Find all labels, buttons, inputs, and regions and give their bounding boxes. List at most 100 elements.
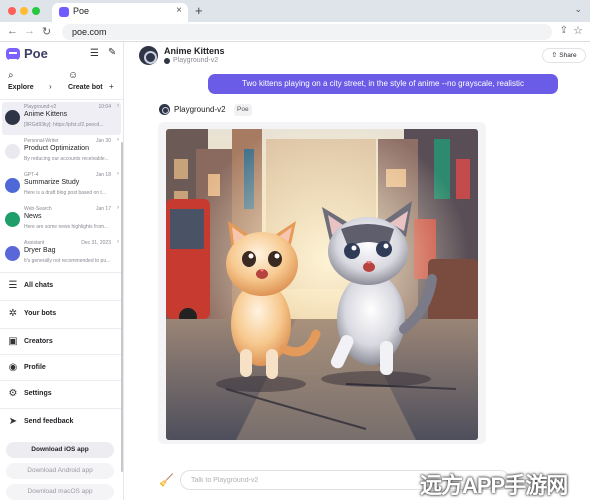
tab-list-chevron-icon[interactable]: ⌄ [574,4,582,15]
conversation-bot-name: Web-Search [24,206,52,212]
conversation-title: News [24,213,42,220]
logo-text: Poe [24,46,48,61]
nav-label: Send feedback [24,418,74,425]
poe-logo-icon [6,47,20,61]
generated-kittens-image[interactable] [166,129,478,440]
sidebar-nav-creators[interactable]: ▣ Creators [0,328,123,354]
share-button[interactable]: ⇧ Share [542,48,586,63]
chat-header: Anime Kittens Playground-v2 ⇧ Share [124,42,590,70]
chevron-right-icon: › [117,103,119,109]
create-bot-label: Create bot [68,84,103,91]
forward-arrow-icon[interactable]: → [24,25,35,37]
conversation-title: Anime Kittens [24,111,68,118]
conversation-bot-name: Assistant [24,240,45,246]
clear-context-broom-icon[interactable]: 🧹 [159,473,174,487]
profile-icon: ◉ [8,362,18,373]
send-feedback-icon: ➤ [8,416,18,427]
settings-icon: ⚙ [8,388,18,399]
reload-icon[interactable]: ↻ [42,25,51,38]
sidebar-nav-settings[interactable]: ⚙ Settings [0,380,123,406]
chat-main: Anime Kittens Playground-v2 ⇧ Share Two k… [124,42,590,500]
bot-plus-icon: ☺ [68,70,79,81]
conversation-date: 10:04 [98,104,111,110]
chat-title[interactable]: Anime Kittens [164,46,225,56]
conversation-bot-avatar [5,144,20,159]
conversation-bot-name: Personal-Writer [24,138,59,144]
conversation-bot-avatar [5,212,20,227]
poe-favicon-icon [59,7,69,17]
conversation-title: Summarize Study [24,179,80,186]
playground-icon [164,58,170,64]
window-minimize-button[interactable] [20,7,28,15]
create-bot-button[interactable]: ☺ Create bot + [64,68,116,96]
sidebar-nav-send-feedback[interactable]: ➤ Send feedback [0,408,123,434]
conversation-item[interactable]: Personal-Writer Jan 30 › Product Optimizati… [2,136,121,169]
your-bots-icon: ✲ [8,308,18,319]
bookmark-star-icon[interactable]: ☆ [573,24,583,37]
conversation-preview: Here is a draft blog post based on t... [24,190,106,196]
conversation-title: Dryer Bag [24,247,56,254]
new-chat-edit-icon[interactable]: ✎ [108,47,116,58]
window-close-button[interactable] [8,7,16,15]
conversation-date: Dec 31, 2023 [81,240,111,246]
browser-tab-poe[interactable]: Poe × [52,3,188,22]
explore-button[interactable]: ⌕ Explore › [4,68,56,96]
conversation-title: Product Optimization [24,145,89,152]
conversation-bot-name: GPT-4 [24,172,39,178]
reply-bot-avatar[interactable] [159,104,170,115]
chevron-right-icon: › [117,137,119,143]
download-android-button[interactable]: Download Android app [6,463,114,479]
nav-label: Settings [24,390,52,397]
menu-icon[interactable]: ☰ [90,48,99,59]
explore-label: Explore [8,84,34,91]
tab-close-icon[interactable]: × [176,5,182,16]
share-icon: ⇧ [551,52,558,59]
sidebar-nav-all-chats[interactable]: ☰ All chats [0,272,123,298]
plus-icon: + [109,82,114,91]
window-zoom-button[interactable] [32,7,40,15]
bot-avatar[interactable] [139,46,158,65]
chevron-right-icon: › [117,239,119,245]
chat-bot-subtitle[interactable]: Playground-v2 [173,57,218,64]
chevron-right-icon: › [117,171,119,177]
conversation-item[interactable]: Playground-v2 10:04 › Anime Kittens [9RGd93k… [2,102,121,135]
all-chats-icon: ☰ [8,280,18,291]
conversation-date: Jan 18 [95,172,111,178]
download-macos-button[interactable]: Download macOS app [6,484,114,500]
share-label: Share [559,52,577,59]
conversation-preview: By reducing our accounts receivable... [24,156,109,162]
sidebar-nav-profile[interactable]: ◉ Profile [0,354,123,380]
conversation-preview: It's generally not recommended to pu... [24,258,111,264]
share-page-icon[interactable]: ⇪ [560,25,568,36]
new-tab-button[interactable]: + [195,3,203,18]
conversation-bot-avatar [5,110,20,125]
watermark-text: 远方APP手游网 [420,473,568,498]
url-field[interactable]: poe.com [62,24,552,40]
browser-address-bar: ← → ↻ poe.com ⇪ ☆ [0,22,590,42]
poe-logo[interactable]: Poe [6,46,48,61]
conversation-bot-name: Playground-v2 [24,104,57,110]
nav-label: Creators [24,338,53,345]
creators-icon: ▣ [8,336,18,347]
sidebar-nav-your-bots[interactable]: ✲ Your bots [0,300,123,326]
conversation-item[interactable]: GPT-4 Jan 18 › Summarize Study Here is a dra… [2,170,121,203]
conversation-item[interactable]: Assistant Dec 31, 2023 › Dryer Bag It's gene… [2,238,121,271]
generated-image-card [158,122,486,444]
chevron-right-icon: › [117,205,119,211]
watermark: 远方APP手游网 [420,470,588,498]
sidebar: Poe ☰ ✎ ⌕ Explore › ☺ Create bot + Playg… [0,42,124,500]
conversation-bot-avatar [5,246,20,261]
download-ios-button[interactable]: Download iOS app [6,442,114,458]
chevron-right-icon: › [49,82,52,91]
conversation-preview: [9RGd93ky]: https://pfst.cf2.poecd... [24,122,104,128]
divider [0,99,123,100]
browser-tab-bar: Poe × + ⌄ [0,0,590,22]
back-arrow-icon[interactable]: ← [7,25,18,37]
nav-label: Profile [24,364,46,371]
nav-label: All chats [24,282,54,289]
reply-provider-badge: Poe [234,104,252,116]
sidebar-scrollbar[interactable] [121,142,123,472]
reply-bot-name[interactable]: Playground-v2 [174,105,226,114]
conversation-date: Jan 17 [95,206,111,212]
conversation-item[interactable]: Web-Search Jan 17 › News Here are some news … [2,204,121,237]
